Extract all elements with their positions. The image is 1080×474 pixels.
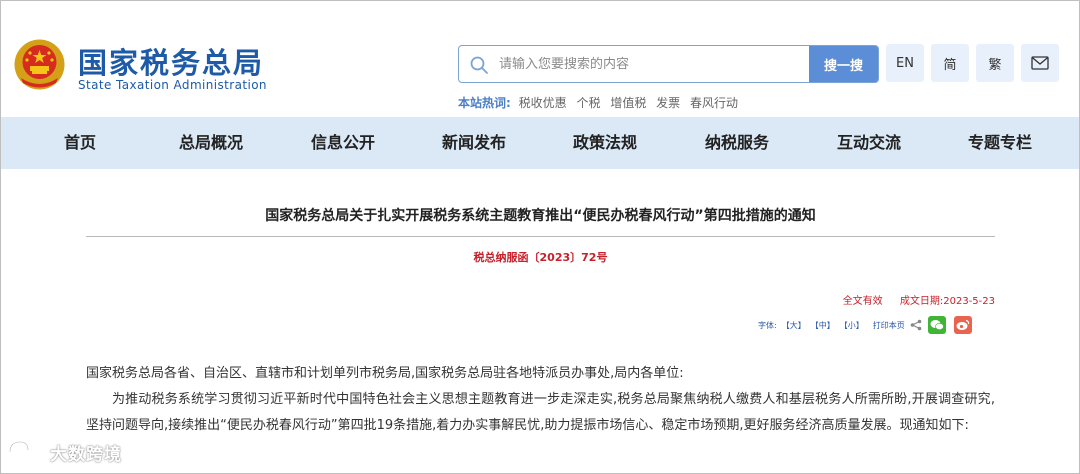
hot-keyword-link[interactable]: 税收优惠: [519, 96, 567, 110]
watermark-text: 大数跨境: [50, 444, 122, 465]
search-icon: [470, 56, 488, 74]
mailbox-button[interactable]: [1021, 44, 1059, 82]
search-input[interactable]: [499, 46, 809, 82]
article-meta: 全文有效 成文日期:2023-5-23: [843, 292, 995, 307]
nav-item-home[interactable]: 首页: [64, 117, 96, 169]
simplified-chinese-button[interactable]: 简: [931, 44, 969, 82]
nav-item-tax-service[interactable]: 纳税服务: [705, 117, 769, 169]
search-button[interactable]: 搜一搜: [809, 46, 878, 82]
english-version-button[interactable]: EN: [886, 44, 924, 82]
share-icon[interactable]: [910, 319, 922, 331]
font-medium-button[interactable]: 【中】: [811, 320, 835, 331]
nav-item-overview[interactable]: 总局概况: [179, 117, 243, 169]
font-size-label: 字体:: [758, 320, 777, 330]
hot-keyword-link[interactable]: 发票: [656, 96, 680, 110]
article-salutation: 国家税务总局各省、自治区、直辖市和计划单列市税务局,国家税务总局驻各地特派员办事…: [86, 366, 684, 381]
document-date: 成文日期:2023-5-23: [899, 296, 995, 307]
validity-status: 全文有效: [842, 296, 883, 307]
logo-english-name[interactable]: State Taxation Administration: [78, 78, 267, 92]
nav-item-news[interactable]: 新闻发布: [442, 117, 506, 169]
nav-item-information[interactable]: 信息公开: [311, 117, 375, 169]
print-button[interactable]: 打印本页: [873, 320, 905, 331]
weibo-share-icon[interactable]: [953, 316, 972, 334]
watermark-logo-icon: [8, 440, 40, 462]
article-title: 国家税务总局关于扎实开展税务系统主题教育推出“便民办税春风行动”第四批措施的通知: [265, 208, 816, 224]
article-tools: 字体: 【大】 【中】 【小】 打印本页: [758, 314, 972, 336]
wechat-share-icon[interactable]: [927, 316, 946, 334]
site-header: 国家税务总局 State Taxation Administration 搜一搜…: [0, 0, 1080, 117]
article-paragraph: 为推动税务系统学习贯彻习近平新时代中国特色社会主义思想主题教育进一步走深走实,税…: [86, 392, 995, 433]
national-emblem-icon[interactable]: [13, 38, 66, 91]
nav-item-interaction[interactable]: 互动交流: [837, 117, 901, 169]
hot-keyword-link[interactable]: 春风行动: [690, 96, 738, 110]
logo-chinese-name[interactable]: 国家税务总局: [78, 40, 264, 82]
hot-keywords: 本站热词: 税收优惠 个税 增值税 发票 春风行动: [458, 94, 744, 111]
main-navigation: 首页 总局概况 信息公开 新闻发布 政策法规 纳税服务 互动交流 专题专栏: [0, 117, 1080, 169]
nav-item-policy[interactable]: 政策法规: [573, 117, 637, 169]
hot-keyword-link[interactable]: 增值税: [610, 96, 646, 110]
traditional-chinese-button[interactable]: 繁: [976, 44, 1014, 82]
document-number: 税总纳服函〔2023〕72号: [473, 251, 608, 264]
title-divider: [86, 236, 995, 237]
search-bar: 搜一搜: [458, 45, 879, 83]
nav-item-special-topics[interactable]: 专题专栏: [968, 117, 1032, 169]
hot-keywords-label: 本站热词:: [458, 96, 511, 110]
font-large-button[interactable]: 【大】: [782, 320, 806, 331]
hot-keyword-link[interactable]: 个税: [576, 96, 600, 110]
watermark: 大数跨境: [6, 438, 122, 466]
mail-icon: [1031, 56, 1049, 70]
font-small-button[interactable]: 【小】: [840, 320, 864, 331]
